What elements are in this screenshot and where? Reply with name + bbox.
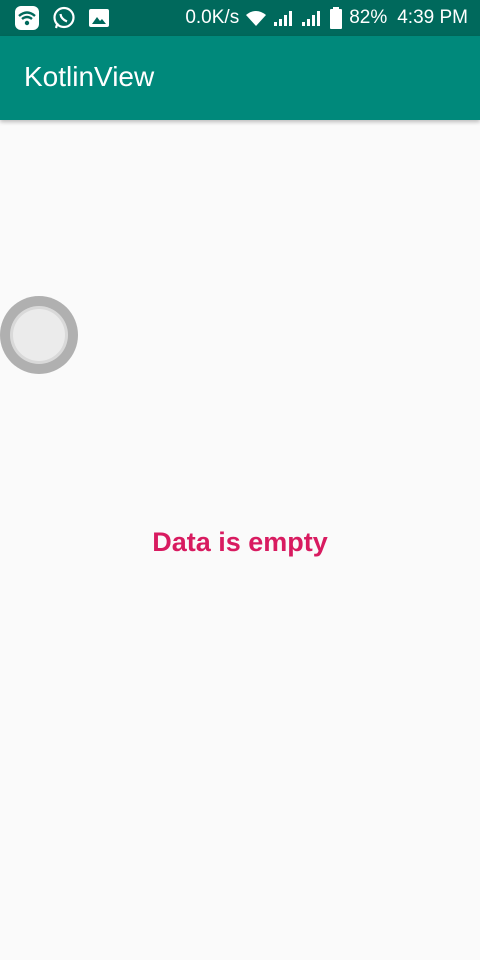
cell-signal-icon — [273, 9, 295, 27]
cell-signal-icon-2 — [301, 9, 323, 27]
battery-icon — [329, 7, 343, 29]
app-bar: KotlinView — [0, 36, 480, 120]
clock: 4:39 PM — [397, 7, 468, 28]
net-speed: 0.0K/s — [185, 7, 240, 28]
assistive-touch-core — [13, 309, 65, 361]
wifi-hotspot-icon — [14, 5, 40, 31]
status-bar-system: 0.0K/s 82% 4:39 PM — [185, 0, 468, 36]
gallery-icon — [88, 7, 110, 29]
whatsapp-icon — [52, 6, 76, 30]
battery-percent: 82% — [349, 7, 388, 28]
status-bar: 0.0K/s 82% 4:39 PM — [0, 0, 480, 36]
status-bar-notifications — [14, 5, 110, 31]
app-title: KotlinView — [24, 61, 155, 92]
wifi-signal-icon — [245, 9, 267, 27]
assistive-touch-button[interactable] — [0, 296, 78, 374]
assistive-touch-ring — [10, 306, 68, 364]
empty-state-message: Data is empty — [152, 527, 328, 557]
